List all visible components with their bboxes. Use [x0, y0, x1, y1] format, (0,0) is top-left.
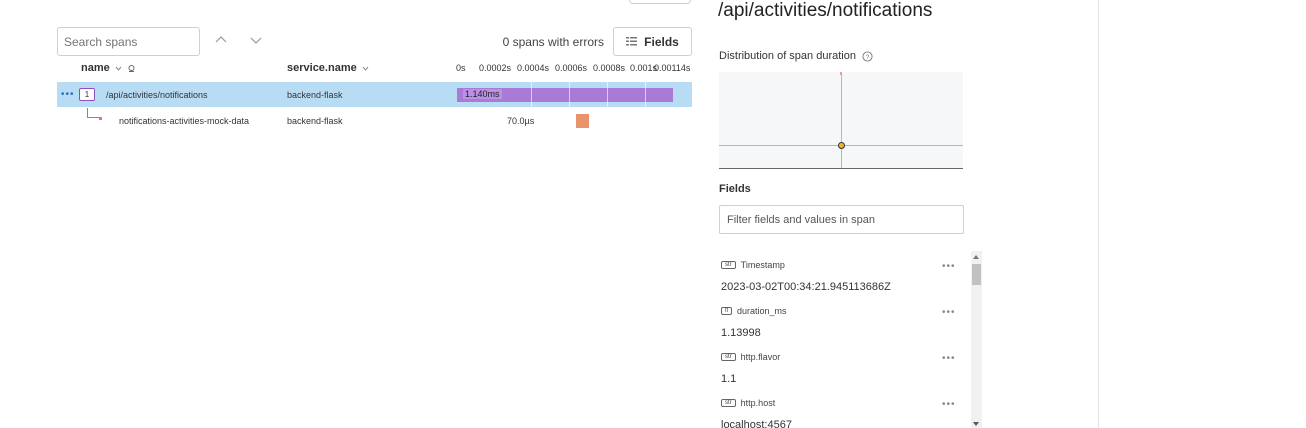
search-spans-input[interactable] [57, 27, 200, 56]
pin-icon[interactable] [127, 64, 136, 73]
filter-fields-input[interactable] [719, 205, 964, 234]
scrollbar-thumb[interactable] [972, 264, 981, 285]
span-service: backend-flask [287, 90, 343, 100]
name-column-label: name [81, 62, 110, 74]
field-value: localhost:4567 [721, 419, 792, 428]
distribution-heading: Distribution of span duration ? [719, 50, 873, 62]
sort-chevron-icon [362, 66, 369, 71]
more-dots-icon[interactable]: ••• [942, 307, 956, 318]
fields-grid-icon [626, 37, 638, 46]
field-value: 1.1 [721, 373, 737, 385]
next-match-button[interactable] [249, 33, 263, 47]
chevron-up-icon [215, 36, 227, 43]
service-column-header[interactable]: service.name [287, 61, 370, 75]
field-value: 2023-03-02T00:34:21.945113686Z [721, 281, 891, 293]
fields-button[interactable]: Fields [613, 27, 692, 56]
timeline-tick: 0.0006s [555, 63, 588, 73]
field-list: str Timestamp ••• 2023-03-02T00:34:21.94… [719, 250, 969, 428]
span-duration-label: 1.140ms [463, 89, 502, 99]
timeline-tick: 0s [456, 63, 466, 73]
more-dots-icon[interactable]: ••• [942, 261, 956, 272]
timeline-gridline [607, 82, 608, 107]
scroll-up-icon[interactable] [973, 255, 979, 259]
span-service: backend-flask [287, 116, 343, 126]
field-key-label: duration_ms [737, 306, 787, 316]
field-key-label: http.flavor [740, 352, 781, 362]
heatmap-selected-point [838, 142, 845, 149]
timeline-tick: 0.0008s [593, 63, 626, 73]
timeline-tick: 0.00114s [654, 63, 691, 73]
service-column-label: service.name [287, 62, 357, 74]
timeline-gridline [531, 82, 532, 107]
field-item: str http.host ••• localhost:4567 [719, 388, 969, 428]
field-type-badge: str [721, 399, 736, 407]
timeline-gridline [645, 82, 646, 107]
span-duration-bar[interactable] [576, 114, 589, 128]
more-dots-icon[interactable]: ••• [942, 353, 956, 364]
more-dots-icon[interactable]: ••• [61, 89, 75, 100]
span-name: /api/activities/notifications [106, 90, 208, 100]
prev-match-button[interactable] [214, 33, 228, 47]
span-row[interactable]: notifications-activities-mock-data backe… [57, 108, 692, 133]
child-count-badge[interactable]: 1 [79, 88, 95, 101]
timeline-gridline [569, 82, 570, 107]
fields-heading: Fields [719, 183, 751, 195]
distribution-label: Distribution of span duration [719, 50, 856, 62]
field-item: str Timestamp ••• 2023-03-02T00:34:21.94… [719, 250, 969, 296]
field-type-badge: str [721, 353, 736, 361]
panel-divider [1098, 0, 1099, 428]
timeline-tick: 0.0002s [479, 63, 512, 73]
svg-text:?: ? [866, 53, 870, 60]
field-key: str http.flavor [721, 352, 780, 362]
sort-chevron-icon [115, 66, 122, 71]
fields-button-label: Fields [644, 34, 679, 49]
field-key-label: Timestamp [740, 260, 785, 270]
field-item: str http.flavor ••• 1.1 [719, 342, 969, 388]
scroll-down-icon[interactable] [973, 422, 979, 426]
more-dots-icon[interactable]: ••• [942, 399, 956, 410]
timeline-tick: 0.0004s [517, 63, 550, 73]
field-type-badge: str [721, 261, 736, 269]
top-tab-stub [629, 0, 691, 4]
span-duration-label: 70.0µs [507, 116, 535, 126]
field-key: str http.host [721, 398, 775, 408]
field-type-badge: ﬂ [721, 307, 732, 315]
field-key: str Timestamp [721, 260, 785, 270]
field-item: ﬂ duration_ms ••• 1.13998 [719, 296, 969, 342]
name-column-header[interactable]: name [81, 61, 136, 75]
heatmap-crosshair-vertical [841, 72, 842, 168]
span-detail-title: /api/activities/notifications [718, 0, 933, 21]
span-name: notifications-activities-mock-data [119, 116, 250, 126]
timeline-tick: 0.001s [630, 63, 658, 73]
field-key: ﬂ duration_ms [721, 306, 787, 316]
tree-node-marker [99, 117, 102, 120]
field-value: 1.13998 [721, 327, 761, 339]
field-list-scrollbar[interactable] [971, 251, 982, 428]
help-icon[interactable]: ? [862, 50, 873, 62]
errors-count: 0 spans with errors [502, 35, 604, 49]
tree-connector [87, 108, 99, 118]
field-key-label: http.host [740, 398, 776, 408]
chevron-down-icon [250, 37, 262, 44]
span-duration-bar[interactable]: 1.140ms [457, 88, 673, 102]
span-row-selected[interactable]: ••• 1 /api/activities/notifications back… [57, 82, 692, 107]
duration-heatmap[interactable] [719, 72, 963, 169]
